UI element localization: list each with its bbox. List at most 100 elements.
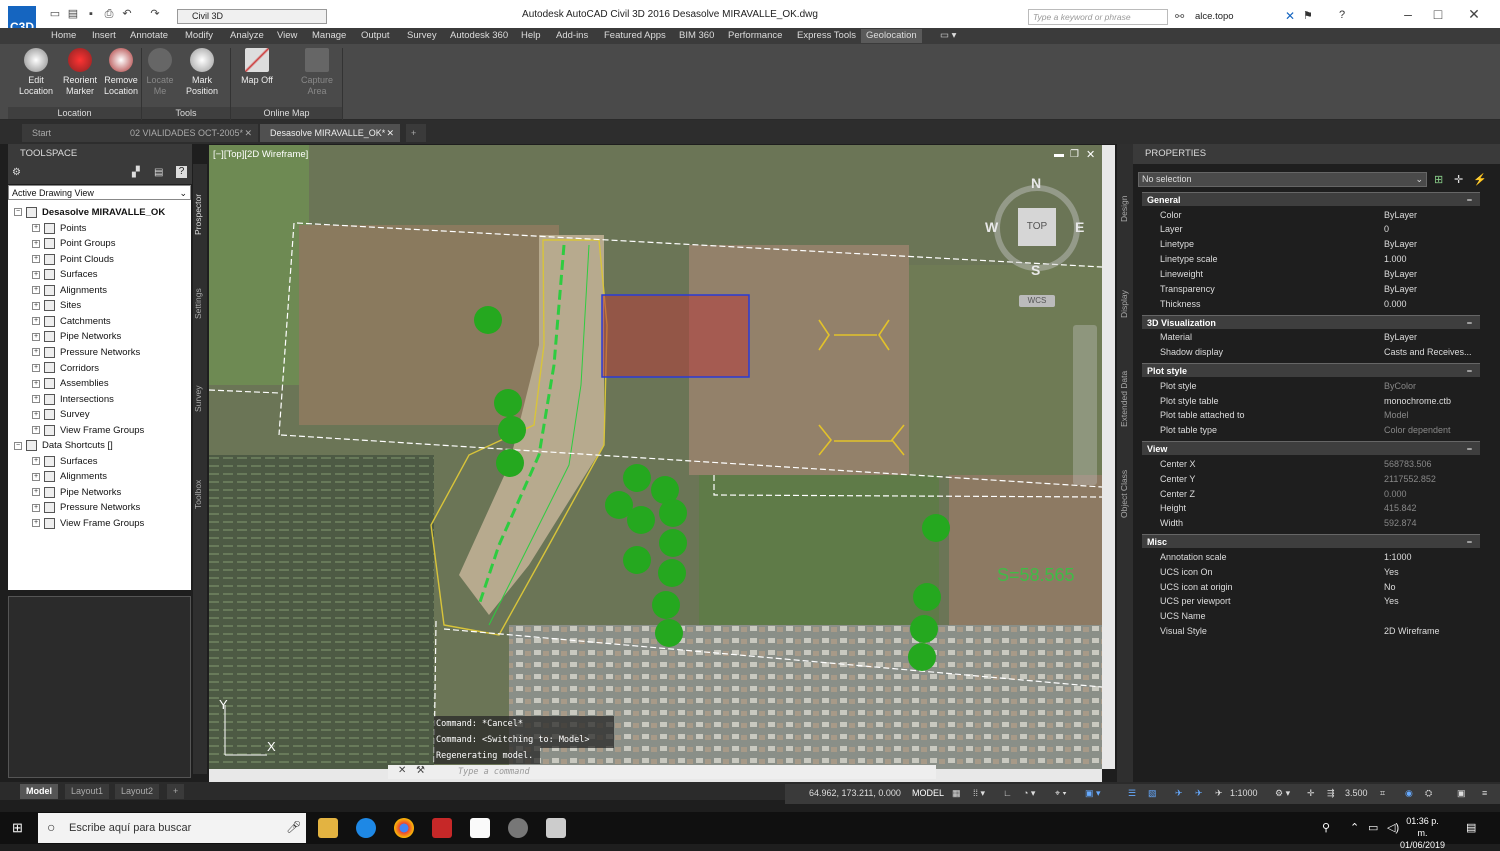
property-value[interactable]: Casts and Receives... — [1384, 345, 1479, 360]
lineweight-icon[interactable]: ☰ — [1128, 788, 1136, 799]
plus-icon[interactable]: ✛ — [1307, 788, 1315, 799]
polar-icon[interactable]: ◔ ▾ — [1023, 788, 1035, 799]
wrench-icon[interactable]: ⚒ — [416, 765, 425, 776]
property-value[interactable]: ByLayer — [1384, 237, 1479, 252]
snap-icon[interactable]: ⁞⁞ ▾ — [973, 788, 985, 799]
tree-expander[interactable]: − — [14, 208, 22, 217]
tree-node[interactable]: + Surfaces — [32, 267, 98, 282]
compass-north[interactable]: N — [1031, 175, 1041, 191]
property-value[interactable]: 0.000 — [1384, 487, 1479, 502]
taskbar-search-input[interactable]: Escribe aquí para buscar — [38, 813, 306, 843]
property-section-header[interactable]: View − — [1142, 441, 1480, 456]
property-row[interactable]: Center Y 2117552.852 — [1142, 472, 1480, 487]
tree-expander[interactable]: + — [32, 488, 40, 497]
redo-icon[interactable]: ↷ — [148, 9, 162, 20]
search-input[interactable]: Type a keyword or phrase — [1028, 9, 1168, 25]
new-tab-button[interactable]: + — [406, 124, 426, 142]
tab-view[interactable]: View — [277, 30, 297, 41]
panel-title-tools[interactable]: Tools — [142, 107, 230, 119]
edge-icon[interactable] — [356, 818, 376, 838]
close-icon[interactable]: ✕ — [398, 765, 406, 776]
network-icon[interactable]: ▭ — [1368, 821, 1378, 834]
save-icon[interactable]: ▪ — [84, 9, 98, 20]
tree-expander[interactable]: + — [32, 301, 40, 310]
tab-featured-apps[interactable]: Featured Apps — [604, 30, 666, 41]
compass-west[interactable]: W — [985, 219, 998, 235]
property-value[interactable]: ByColor — [1384, 379, 1479, 394]
tree-node[interactable]: + View Frame Groups — [32, 516, 144, 531]
tab-start[interactable]: Start — [22, 124, 120, 142]
tree-expander[interactable]: + — [32, 239, 40, 248]
tab-manage[interactable]: Manage — [312, 30, 346, 41]
property-row[interactable]: UCS Name — [1142, 609, 1480, 624]
tree-expander[interactable]: + — [32, 457, 40, 466]
binoculars-icon[interactable]: ⚯ — [1175, 10, 1184, 23]
property-value[interactable]: ByLayer — [1384, 330, 1479, 345]
tree-node[interactable]: + Alignments — [32, 283, 107, 298]
app-icon[interactable] — [508, 818, 528, 838]
tree-expander[interactable]: + — [32, 426, 40, 435]
property-value[interactable]: Model — [1384, 408, 1479, 423]
property-section-header[interactable]: Plot style − — [1142, 363, 1480, 378]
locate-me-button[interactable]: Locate Me — [139, 48, 181, 97]
tab-survey[interactable]: Survey — [193, 384, 207, 414]
property-row[interactable]: UCS icon at origin No — [1142, 580, 1480, 595]
tab-add-ins[interactable]: Add-ins — [556, 30, 588, 41]
property-value[interactable]: 2D Wireframe — [1384, 624, 1479, 639]
tree-node[interactable]: + Point Clouds — [32, 252, 114, 267]
tree-expander[interactable]: + — [32, 270, 40, 279]
tab-geolocation[interactable]: Geolocation — [861, 29, 922, 43]
workspace-gear-icon[interactable]: ⚙ ▾ — [1275, 788, 1290, 799]
mark-position-button[interactable]: Mark Position — [181, 48, 223, 97]
chevron-up-icon[interactable]: ⌃ — [1350, 821, 1359, 834]
tab-layout1[interactable]: Layout1 — [65, 784, 110, 799]
tab-analyze[interactable]: Analyze — [230, 30, 264, 41]
tab-display[interactable]: Display — [1119, 284, 1133, 324]
toolspace-tree-icon[interactable]: ▞ — [132, 167, 140, 178]
tab-model[interactable]: Model — [20, 784, 58, 799]
osnap-tracking-icon[interactable]: ▣ ▾ — [1085, 788, 1101, 799]
compass-south[interactable]: S — [1031, 262, 1040, 278]
tab-extended-data[interactable]: Extended Data — [1119, 364, 1133, 434]
property-value[interactable]: 2117552.852 — [1384, 472, 1479, 487]
user-account[interactable]: alce.topo — [1195, 11, 1234, 22]
property-row[interactable]: UCS per viewport Yes — [1142, 594, 1480, 609]
annotation-scale-icon[interactable]: ✈ — [1215, 788, 1223, 799]
property-row[interactable]: Material ByLayer — [1142, 330, 1480, 345]
property-row[interactable]: Linetype scale 1.000 — [1142, 252, 1480, 267]
tree-expander[interactable]: − — [14, 441, 22, 450]
exchange-icon[interactable]: ✕ — [1285, 9, 1295, 23]
property-row[interactable]: Plot table type Color dependent — [1142, 423, 1480, 438]
tab-modify[interactable]: Modify — [185, 30, 213, 41]
tree-expander[interactable]: + — [32, 410, 40, 419]
tab-output[interactable]: Output — [361, 30, 390, 41]
tree-node[interactable]: − Desasolve MIRAVALLE_OK — [14, 205, 165, 220]
viewport-controls-label[interactable]: [−][Top][2D Wireframe] — [213, 149, 308, 160]
select-objects-icon[interactable]: ✛ — [1454, 173, 1463, 186]
panel-title-online-map[interactable]: Online Map — [231, 107, 342, 119]
property-value[interactable]: Yes — [1384, 594, 1479, 609]
close-icon[interactable]: ✕ — [386, 124, 394, 142]
tree-expander[interactable]: + — [32, 317, 40, 326]
viewcube-top-face[interactable]: TOP — [1018, 208, 1056, 246]
transparency-icon[interactable]: ▧ — [1148, 788, 1157, 799]
property-row[interactable]: Height 415.842 — [1142, 501, 1480, 516]
tab-design[interactable]: Design — [1119, 189, 1133, 229]
tree-expander[interactable]: + — [32, 472, 40, 481]
property-row[interactable]: Plot table attached to Model — [1142, 408, 1480, 423]
property-value[interactable]: Color dependent — [1384, 423, 1479, 438]
property-row[interactable]: Plot style table monochrome.ctb — [1142, 394, 1480, 409]
chrome-icon[interactable] — [394, 818, 414, 838]
tree-node[interactable]: + Intersections — [32, 392, 114, 407]
property-value[interactable]: ByLayer — [1384, 282, 1479, 297]
volume-icon[interactable]: ◁) — [1387, 821, 1399, 834]
tree-expander[interactable]: + — [32, 363, 40, 372]
property-row[interactable]: Lineweight ByLayer — [1142, 267, 1480, 282]
tree-node[interactable]: + Pressure Networks — [32, 500, 140, 515]
people-icon[interactable]: ⚲ — [1322, 821, 1330, 834]
property-row[interactable]: Center X 568783.506 — [1142, 457, 1480, 472]
property-value[interactable]: 415.842 — [1384, 501, 1479, 516]
property-row[interactable]: UCS icon On Yes — [1142, 565, 1480, 580]
tree-node[interactable]: + Points — [32, 221, 86, 236]
microphone-icon[interactable]: 🎤︎ — [286, 820, 301, 834]
